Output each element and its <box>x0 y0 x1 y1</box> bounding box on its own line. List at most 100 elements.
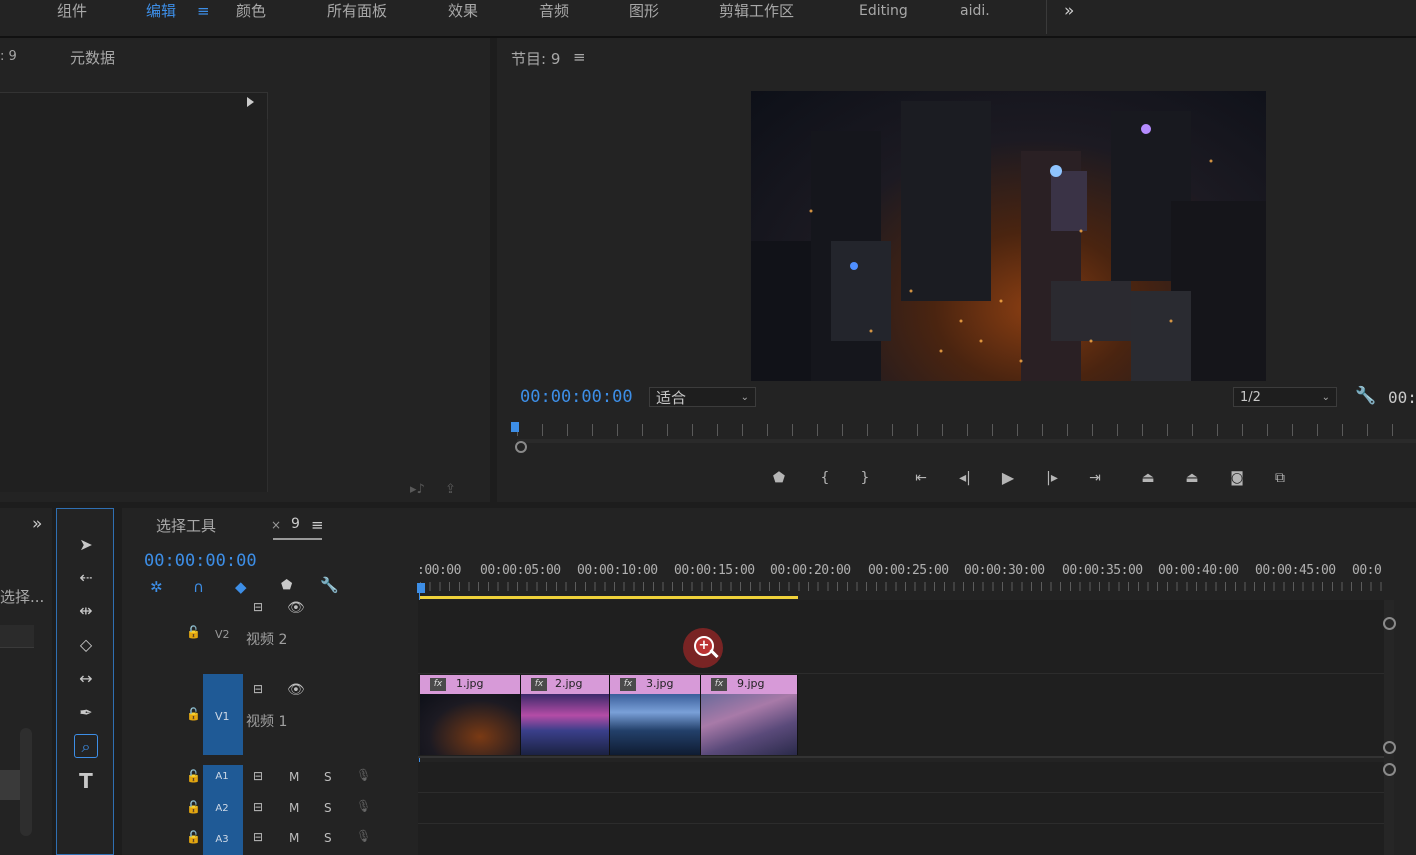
workspace-tab-editing-en[interactable]: Editing <box>859 0 908 24</box>
project-list-item[interactable] <box>0 770 20 800</box>
linked-selection-icon[interactable]: ◆ <box>235 578 247 596</box>
fit-dropdown[interactable]: 适合 ⌄ <box>649 387 756 407</box>
eye-icon[interactable]: 👁 <box>287 682 305 698</box>
lock-icon[interactable]: 🔓 <box>186 625 201 639</box>
fx-badge[interactable]: fx <box>711 678 727 691</box>
expand-arrow-icon[interactable] <box>247 97 254 107</box>
play-icon[interactable]: ▶ <box>997 468 1019 488</box>
lock-icon[interactable]: 🔓 <box>186 800 201 814</box>
timeline-timecode[interactable]: 00:00:00:00 <box>144 551 257 571</box>
scroll-handle-top[interactable] <box>1383 617 1396 630</box>
mute-button[interactable]: M <box>289 770 299 784</box>
workspace-overflow-icon[interactable]: » <box>1064 0 1074 24</box>
track-v1-tag[interactable]: V1 <box>215 710 230 723</box>
scroll-handle-bottom[interactable] <box>1383 741 1396 754</box>
workspace-tab-clip-workspace[interactable]: 剪辑工作区 <box>719 0 794 24</box>
lock-icon[interactable]: 🔓 <box>186 830 201 844</box>
sync-lock-icon[interactable]: ⊟ <box>253 600 263 614</box>
settings-wrench-icon[interactable]: 🔧 <box>1355 386 1376 406</box>
add-marker-icon[interactable]: ⬟ <box>768 468 790 488</box>
go-to-out-icon[interactable]: ⇥ <box>1084 468 1106 488</box>
workspace-tab-editing[interactable]: 编辑 <box>146 0 176 24</box>
project-scrollbar[interactable] <box>20 728 32 836</box>
workspace-tab-all-panels[interactable]: 所有面板 <box>327 0 387 24</box>
microphone-icon[interactable]: 🎙 <box>356 829 371 843</box>
add-marker-icon[interactable]: ⬟ <box>281 578 292 593</box>
ripple-edit-tool-icon[interactable]: ⇹ <box>74 599 98 623</box>
microphone-icon[interactable]: 🎙 <box>356 768 371 782</box>
eye-icon[interactable]: 👁 <box>287 600 305 616</box>
close-icon[interactable]: × <box>271 518 281 532</box>
workspace-tab-effects[interactable]: 效果 <box>448 0 478 24</box>
program-video-frame[interactable] <box>751 91 1266 381</box>
track-a2-tag[interactable]: A2 <box>203 798 241 820</box>
extract-icon[interactable]: ⏏ <box>1181 468 1203 488</box>
program-scrollbar-track[interactable] <box>517 439 1416 443</box>
sync-lock-icon[interactable]: ⊟ <box>253 769 263 783</box>
compare-view-icon[interactable]: ⧉ <box>1269 468 1291 488</box>
clip-3[interactable]: fx 3.jpg <box>610 675 701 755</box>
clip-2[interactable]: fx 2.jpg <box>521 675 610 755</box>
workspace-tab-color[interactable]: 颜色 <box>236 0 266 24</box>
sequence-tab[interactable]: 9 <box>291 516 300 532</box>
workspace-tab-audio[interactable]: 音频 <box>539 0 569 24</box>
workspace-tab-assembly[interactable]: 组件 <box>57 0 87 24</box>
insert-icon[interactable]: ▸♪ <box>410 482 425 497</box>
timeline-settings-wrench-icon[interactable]: 🔧 <box>320 576 339 594</box>
timeline-tool-tab[interactable]: 选择工具 <box>156 515 216 536</box>
lock-icon[interactable]: 🔓 <box>186 769 201 783</box>
program-playhead[interactable] <box>511 422 519 432</box>
mark-in-icon[interactable]: { <box>814 468 836 488</box>
sync-lock-icon[interactable]: ⊟ <box>253 830 263 844</box>
step-back-icon[interactable]: ◂| <box>954 468 976 488</box>
step-forward-icon[interactable]: |▸ <box>1041 468 1063 488</box>
export-frame-icon[interactable]: ◙ <box>1226 468 1248 488</box>
project-item-partial[interactable]: 选择... <box>0 586 44 607</box>
pen-tool-icon[interactable]: ✒ <box>74 701 98 725</box>
program-ruler[interactable] <box>517 424 1416 436</box>
fx-badge[interactable]: fx <box>531 678 547 691</box>
slip-tool-icon[interactable]: ↔ <box>74 667 98 691</box>
track-a3-tag[interactable]: A3 <box>203 829 241 851</box>
audio-scroll-handle[interactable] <box>1383 763 1396 776</box>
timeline-ruler-ticks[interactable] <box>420 582 1382 591</box>
track-v1-name[interactable]: 视频 1 <box>246 711 287 731</box>
track-a1-tag[interactable]: A1 <box>203 766 241 788</box>
lift-icon[interactable]: ⏏ <box>1137 468 1159 488</box>
source-tab-partial[interactable]: : 9 <box>0 49 17 64</box>
solo-button[interactable]: S <box>324 831 332 845</box>
track-select-tool-icon[interactable]: ⇠ <box>74 566 98 590</box>
go-to-in-icon[interactable]: ⇤ <box>910 468 932 488</box>
lock-icon[interactable]: 🔓 <box>186 707 201 721</box>
nest-toggle-icon[interactable]: ✲ <box>150 578 163 596</box>
workspace-tab-graphics[interactable]: 图形 <box>629 0 659 24</box>
clip-9[interactable]: fx 9.jpg <box>701 675 798 755</box>
workspace-menu-icon[interactable]: ≡ <box>197 2 210 20</box>
program-zoom-handle[interactable] <box>515 441 527 453</box>
work-area-bar[interactable] <box>420 596 798 599</box>
type-tool-icon[interactable]: T <box>74 769 98 793</box>
mute-button[interactable]: M <box>289 801 299 815</box>
solo-button[interactable]: S <box>324 801 332 815</box>
resolution-dropdown[interactable]: 1/2 ⌄ <box>1233 387 1337 407</box>
track-v2-tag[interactable]: V2 <box>215 628 230 641</box>
timeline-menu-icon[interactable]: ≡ <box>311 516 324 534</box>
mark-out-icon[interactable]: } <box>854 468 876 488</box>
track-v2-name[interactable]: 视频 2 <box>246 629 287 649</box>
razor-tool-icon[interactable]: ◇ <box>74 633 98 657</box>
microphone-icon[interactable]: 🎙 <box>356 799 371 813</box>
snap-magnet-icon[interactable]: ∩ <box>193 578 204 596</box>
program-title[interactable]: 节目: 9 <box>511 48 560 69</box>
mute-button[interactable]: M <box>289 831 299 845</box>
fx-badge[interactable]: fx <box>620 678 636 691</box>
clip-1[interactable]: fx 1.jpg <box>420 675 521 755</box>
sync-lock-icon[interactable]: ⊟ <box>253 800 263 814</box>
fx-badge[interactable]: fx <box>430 678 446 691</box>
metadata-tab[interactable]: 元数据 <box>70 47 115 68</box>
workspace-tab-aidi[interactable]: aidi. <box>960 0 990 24</box>
timeline-vertical-scrollbar[interactable] <box>1384 600 1394 855</box>
panel-overflow-icon[interactable]: » <box>32 514 42 534</box>
program-menu-icon[interactable]: ≡ <box>573 48 586 66</box>
zoom-tool-icon[interactable]: ⌕ <box>74 734 98 758</box>
selection-tool-icon[interactable]: ➤ <box>74 533 98 557</box>
